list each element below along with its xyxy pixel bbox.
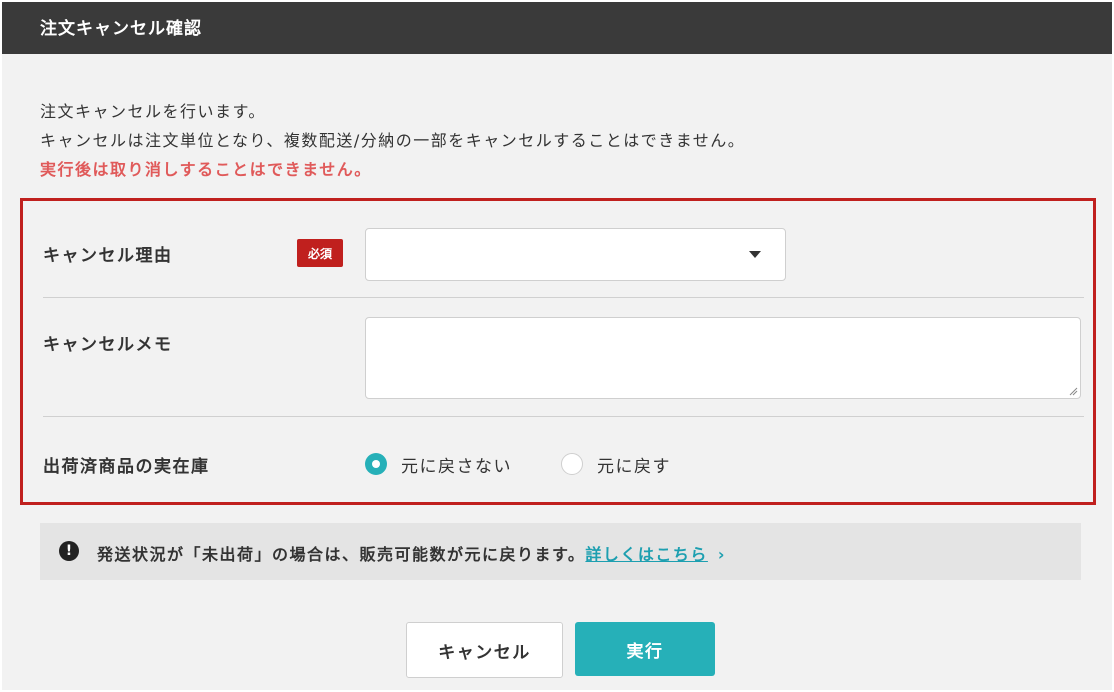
dialog-title-bar: 注文キャンセル確認 [2,2,1112,54]
intro-line-1: 注文キャンセルを行います。 [40,102,266,121]
required-badge: 必須 [297,239,343,267]
intro-warning: 実行後は取り消しすることはできません。 [40,160,372,179]
chevron-right-icon[interactable]: › [718,545,726,564]
radio-label-restore[interactable]: 元に戻す [597,452,671,477]
chevron-down-icon [749,251,761,258]
memo-textarea[interactable] [365,317,1081,399]
intro-line-2: キャンセルは注文単位となり、複数配送/分納の一部をキャンセルすることはできません… [40,131,746,150]
notice-message: 発送状況が「未出荷」の場合は、販売可能数が元に戻ります。詳しくはこちら › [97,541,726,565]
cancel-confirm-dialog: 注文キャンセル確認 注文キャンセルを行います。 キャンセルは注文単位となり、複数… [2,2,1112,690]
radio-keep-stock[interactable] [365,453,387,475]
details-link[interactable]: 詳しくはこちら [585,545,708,564]
reason-label: キャンセル理由 [43,246,173,266]
radio-label-keep[interactable]: 元に戻さない [401,452,512,477]
exclamation-icon: ! [59,541,79,561]
radio-restore-stock[interactable] [561,453,583,475]
row-divider [43,416,1084,417]
intro-text: 注文キャンセルを行います。 キャンセルは注文単位となり、複数配送/分納の一部をキ… [40,97,745,184]
resize-grip-icon[interactable] [1068,386,1078,396]
reason-select[interactable] [365,228,786,281]
dialog-title: 注文キャンセル確認 [40,19,202,39]
info-notice: ! 発送状況が「未出荷」の場合は、販売可能数が元に戻ります。詳しくはこちら › [40,523,1081,580]
cancel-form: キャンセル理由 必須 キャンセルメモ 出荷済商品の実在庫 元に戻さない 元に戻す [20,198,1096,505]
memo-label: キャンセルメモ [43,335,173,355]
row-divider [43,297,1084,298]
stock-label: 出荷済商品の実在庫 [43,457,210,477]
notice-text: 発送状況が「未出荷」の場合は、販売可能数が元に戻ります。 [97,545,586,564]
cancel-button[interactable]: キャンセル [406,622,563,678]
execute-button[interactable]: 実行 [575,622,715,676]
